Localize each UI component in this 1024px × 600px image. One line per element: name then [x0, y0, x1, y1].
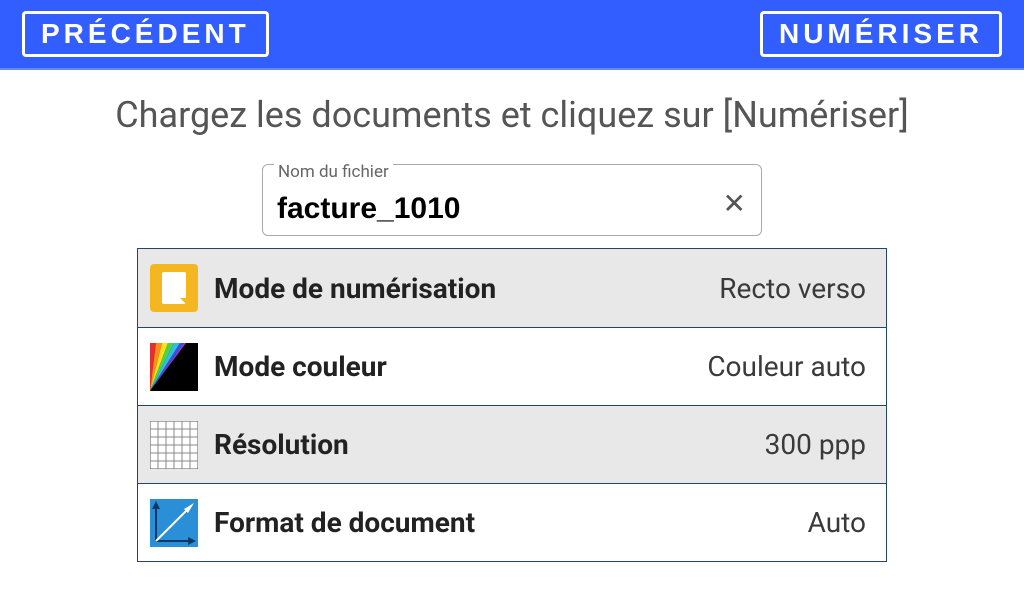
setting-row-doc-format[interactable]: Format de document Auto	[138, 483, 886, 561]
clear-icon[interactable]: ✕	[723, 187, 746, 220]
back-button[interactable]: PRÉCÉDENT	[22, 11, 269, 57]
settings-list: Mode de numérisation Recto verso Mode co…	[137, 248, 887, 562]
setting-value: Recto verso	[719, 272, 866, 305]
header-bar: PRÉCÉDENT NUMÉRISER	[0, 0, 1024, 70]
color-mode-icon	[150, 343, 198, 391]
filename-label: Nom du fichier	[274, 162, 393, 182]
filename-field: Nom du fichier ✕	[262, 164, 762, 236]
setting-row-scan-mode[interactable]: Mode de numérisation Recto verso	[138, 249, 886, 327]
setting-row-color-mode[interactable]: Mode couleur Couleur auto	[138, 327, 886, 405]
main-content: Chargez les documents et cliquez sur [Nu…	[0, 70, 1024, 562]
setting-value: 300 ppp	[765, 428, 866, 461]
scan-button[interactable]: NUMÉRISER	[760, 11, 1002, 57]
setting-label: Format de document	[214, 506, 808, 539]
scan-mode-icon	[150, 264, 198, 312]
setting-value: Couleur auto	[707, 350, 866, 383]
setting-row-resolution[interactable]: Résolution 300 ppp	[138, 405, 886, 483]
setting-label: Résolution	[214, 428, 765, 461]
setting-value: Auto	[808, 506, 866, 539]
resolution-icon	[150, 421, 198, 469]
doc-format-icon	[150, 499, 198, 547]
setting-label: Mode couleur	[214, 350, 707, 383]
instruction-text: Chargez les documents et cliquez sur [Nu…	[115, 88, 909, 142]
setting-label: Mode de numérisation	[214, 272, 719, 305]
